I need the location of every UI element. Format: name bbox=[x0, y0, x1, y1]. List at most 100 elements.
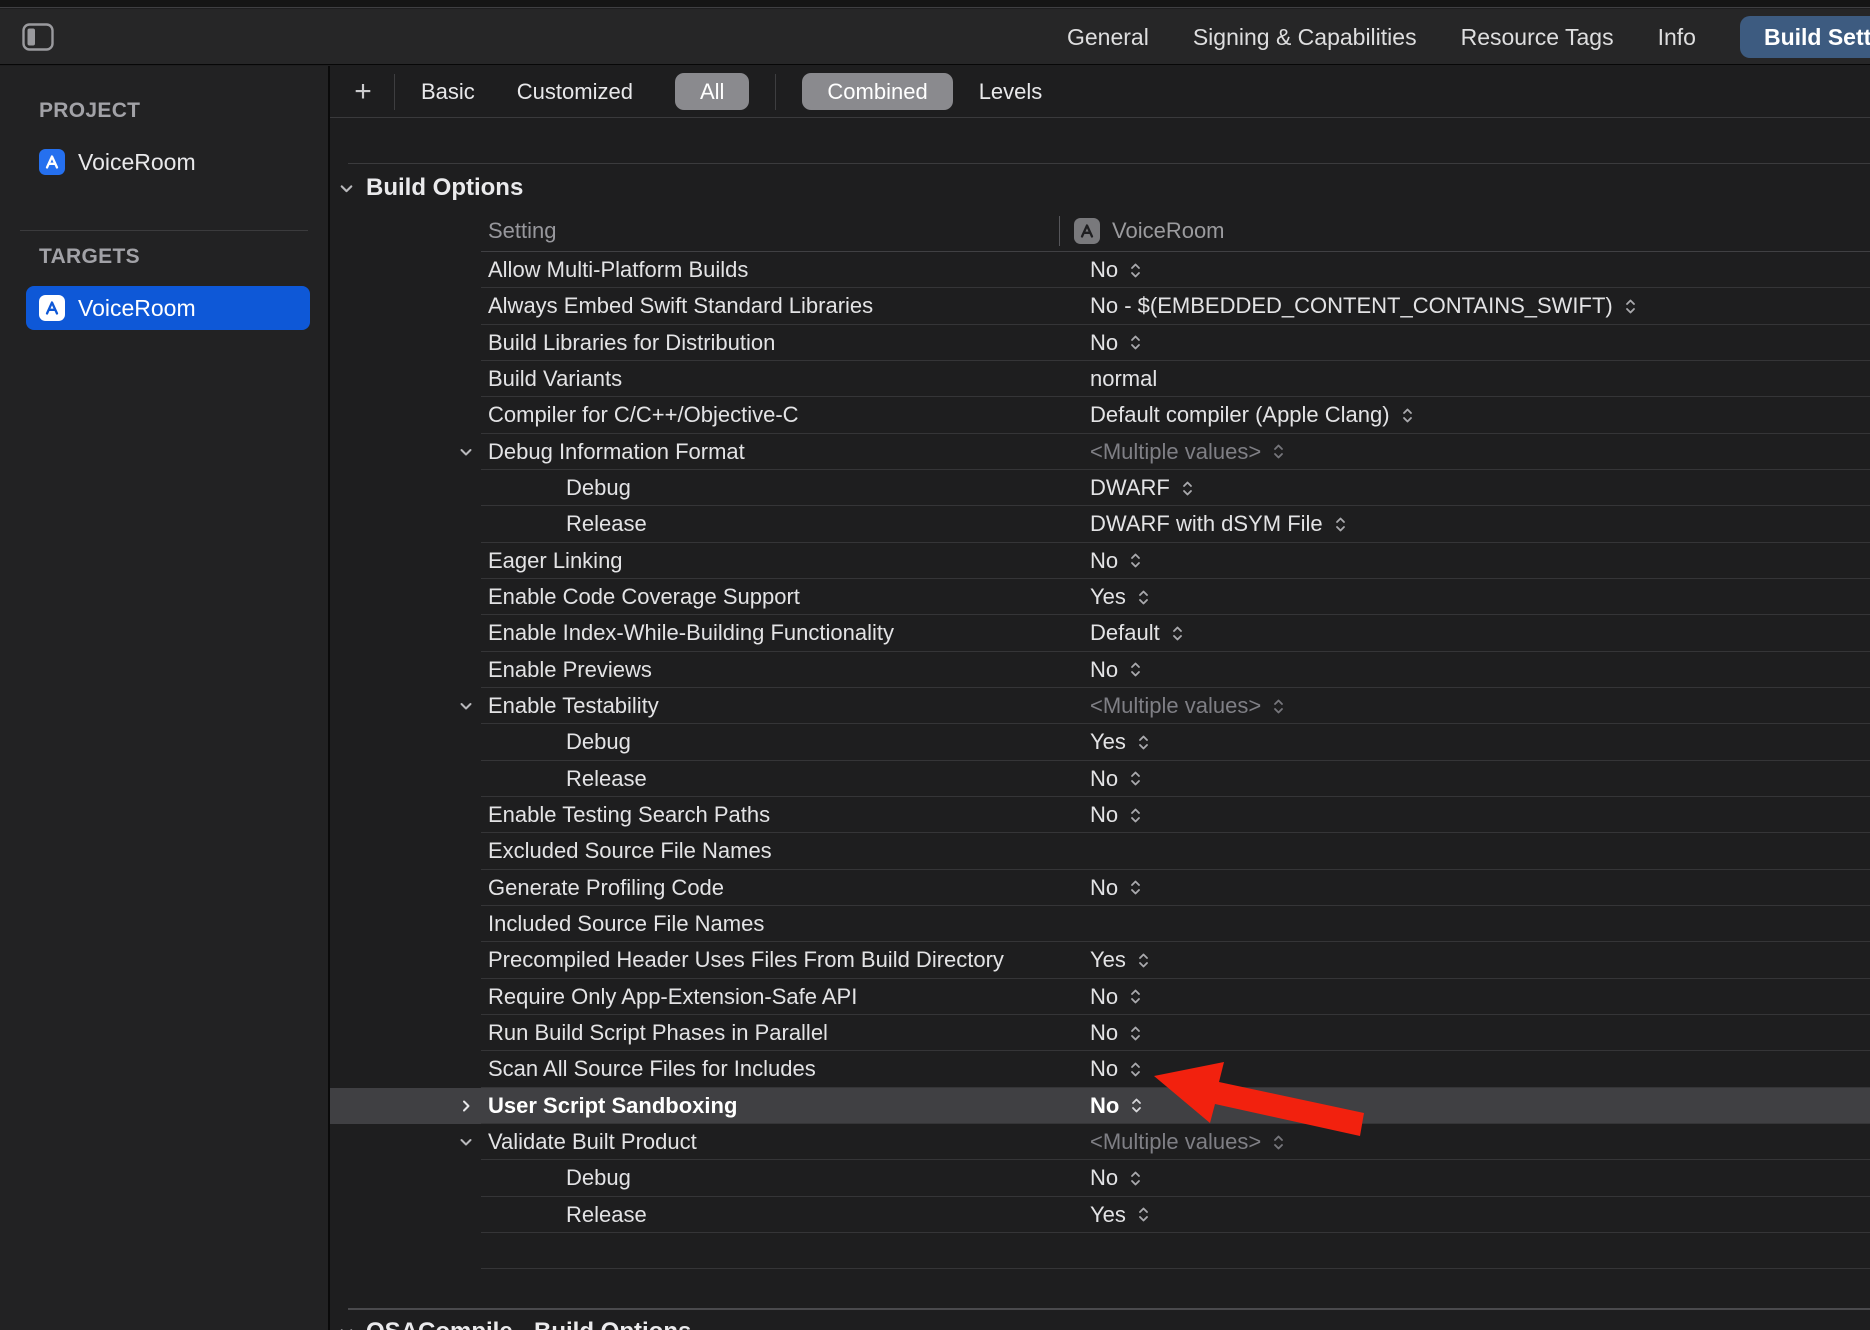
tab-build-settings[interactable]: Build Settings bbox=[1740, 16, 1870, 58]
stepper-icon[interactable] bbox=[1128, 261, 1143, 280]
tab-resource-tags[interactable]: Resource Tags bbox=[1461, 24, 1614, 51]
setting-value[interactable]: No bbox=[1090, 761, 1143, 797]
table-row-allow-multi-platform-builds[interactable]: Allow Multi-Platform BuildsNo bbox=[330, 252, 1870, 288]
setting-value[interactable]: DWARF with dSYM File bbox=[1090, 506, 1348, 542]
stepper-icon[interactable] bbox=[1170, 624, 1185, 643]
stepper-icon[interactable] bbox=[1400, 406, 1415, 425]
table-row-user-script-sandboxing[interactable]: User Script SandboxingNo bbox=[330, 1088, 1870, 1124]
tab-signing-capabilities[interactable]: Signing & Capabilities bbox=[1193, 24, 1417, 51]
setting-value[interactable]: No bbox=[1090, 1015, 1143, 1051]
setting-value[interactable]: normal bbox=[1090, 361, 1157, 397]
sidebar-item-project-voiceroom[interactable]: VoiceRoom bbox=[26, 140, 310, 184]
stepper-icon[interactable] bbox=[1136, 951, 1151, 970]
stepper-icon[interactable] bbox=[1136, 733, 1151, 752]
table-row-release[interactable]: ReleaseDWARF with dSYM File bbox=[330, 506, 1870, 542]
table-row-build-libraries-for-distribution[interactable]: Build Libraries for DistributionNo bbox=[330, 325, 1870, 361]
setting-value[interactable]: No bbox=[1090, 870, 1143, 906]
setting-value[interactable]: DWARF bbox=[1090, 470, 1195, 506]
tab-info[interactable]: Info bbox=[1658, 24, 1696, 51]
filter-combined[interactable]: Combined bbox=[802, 73, 952, 110]
filter-customized[interactable]: Customized bbox=[517, 79, 633, 105]
table-row-eager-linking[interactable]: Eager LinkingNo bbox=[330, 543, 1870, 579]
setting-value[interactable]: No bbox=[1090, 325, 1143, 361]
table-row-included-source-file-names[interactable]: Included Source File Names bbox=[330, 906, 1870, 942]
section-header-osacompile[interactable]: OSACompile - Build Options bbox=[338, 1314, 691, 1330]
setting-value[interactable]: Yes bbox=[1090, 942, 1151, 978]
setting-value[interactable]: No bbox=[1090, 252, 1143, 288]
setting-value[interactable]: No bbox=[1090, 979, 1143, 1015]
table-row-precompiled-header-uses-files-from-build-directory[interactable]: Precompiled Header Uses Files From Build… bbox=[330, 942, 1870, 978]
table-row-validate-built-product[interactable]: Validate Built Product<Multiple values> bbox=[330, 1124, 1870, 1160]
table-row-compiler-for-c-c-objective-c[interactable]: Compiler for C/C++/Objective-CDefault co… bbox=[330, 397, 1870, 433]
stepper-icon[interactable] bbox=[1128, 769, 1143, 788]
setting-value[interactable]: No bbox=[1090, 543, 1143, 579]
table-row-build-variants[interactable]: Build Variantsnormal bbox=[330, 361, 1870, 397]
filter-basic[interactable]: Basic bbox=[421, 79, 475, 105]
table-row-debug[interactable]: DebugDWARF bbox=[330, 470, 1870, 506]
chevron-down-icon[interactable] bbox=[458, 1134, 474, 1150]
filter-bar-divider bbox=[775, 74, 776, 110]
stepper-icon[interactable] bbox=[1128, 1169, 1143, 1188]
table-row-debug-information-format[interactable]: Debug Information Format<Multiple values… bbox=[330, 434, 1870, 470]
stepper-icon[interactable] bbox=[1136, 588, 1151, 607]
stepper-icon[interactable] bbox=[1128, 878, 1143, 897]
stepper-icon[interactable] bbox=[1333, 515, 1348, 534]
table-row-enable-code-coverage-support[interactable]: Enable Code Coverage Support Yes bbox=[330, 579, 1870, 615]
stepper-icon[interactable] bbox=[1623, 297, 1638, 316]
stepper-icon[interactable] bbox=[1128, 551, 1143, 570]
stepper-icon[interactable] bbox=[1136, 1205, 1151, 1224]
stepper-icon[interactable] bbox=[1271, 442, 1286, 461]
config-tabs: General Signing & Capabilities Resource Ta… bbox=[1067, 9, 1870, 65]
table-row-always-embed-swift-standard-libraries[interactable]: Always Embed Swift Standard LibrariesNo … bbox=[330, 288, 1870, 324]
stepper-icon[interactable] bbox=[1271, 1133, 1286, 1152]
table-row-debug[interactable]: DebugNo bbox=[330, 1160, 1870, 1196]
table-row-release[interactable]: ReleaseNo bbox=[330, 761, 1870, 797]
stepper-icon[interactable] bbox=[1271, 697, 1286, 716]
stepper-icon[interactable] bbox=[1128, 806, 1143, 825]
table-row-require-only-app-extension-safe-api[interactable]: Require Only App-Extension-Safe APINo bbox=[330, 979, 1870, 1015]
setting-value[interactable]: Yes bbox=[1090, 1197, 1151, 1233]
setting-value[interactable]: No - $(EMBEDDED_CONTENT_CONTAINS_SWIFT) bbox=[1090, 288, 1638, 324]
setting-value[interactable]: No bbox=[1090, 652, 1143, 688]
table-row-scan-all-source-files-for-includes[interactable]: Scan All Source Files for IncludesNo bbox=[330, 1051, 1870, 1087]
table-row-release[interactable]: ReleaseYes bbox=[330, 1197, 1870, 1233]
stepper-icon[interactable] bbox=[1128, 1024, 1143, 1043]
stepper-icon[interactable] bbox=[1129, 1096, 1144, 1115]
filter-levels[interactable]: Levels bbox=[979, 79, 1043, 105]
setting-value[interactable]: No bbox=[1090, 1160, 1143, 1196]
table-row-enable-testing-search-paths[interactable]: Enable Testing Search PathsNo bbox=[330, 797, 1870, 833]
stepper-icon[interactable] bbox=[1128, 987, 1143, 1006]
filter-all[interactable]: All bbox=[675, 73, 749, 110]
stepper-icon[interactable] bbox=[1128, 333, 1143, 352]
table-row-enable-previews[interactable]: Enable PreviewsNo bbox=[330, 652, 1870, 688]
section-header-build-options[interactable]: Build Options bbox=[338, 170, 523, 206]
setting-value[interactable]: No bbox=[1090, 1051, 1143, 1087]
table-row-debug[interactable]: Debug Yes bbox=[330, 724, 1870, 760]
setting-value[interactable]: <Multiple values> bbox=[1090, 1124, 1286, 1160]
setting-label: Enable Code Coverage Support bbox=[488, 579, 800, 615]
setting-value[interactable]: No bbox=[1090, 1088, 1144, 1124]
stepper-icon[interactable] bbox=[1128, 1060, 1143, 1079]
table-row-excluded-source-file-names[interactable]: Excluded Source File Names bbox=[330, 833, 1870, 869]
setting-value[interactable]: <Multiple values> bbox=[1090, 688, 1286, 724]
setting-value[interactable]: No bbox=[1090, 797, 1143, 833]
tab-general[interactable]: General bbox=[1067, 24, 1149, 51]
setting-value[interactable]: Yes bbox=[1090, 579, 1151, 615]
sidebar-item-targets-voiceroom[interactable]: VoiceRoom bbox=[26, 286, 310, 330]
setting-value[interactable]: <Multiple values> bbox=[1090, 434, 1286, 470]
sidebar-toggle-button[interactable] bbox=[22, 23, 54, 51]
setting-label: Debug bbox=[566, 724, 631, 760]
chevron-right-icon[interactable] bbox=[458, 1098, 474, 1114]
stepper-icon[interactable] bbox=[1180, 479, 1195, 498]
chevron-down-icon[interactable] bbox=[458, 698, 474, 714]
add-setting-button[interactable]: + bbox=[348, 75, 378, 109]
table-row-run-build-script-phases-in-parallel[interactable]: Run Build Script Phases in ParallelNo bbox=[330, 1015, 1870, 1051]
stepper-icon[interactable] bbox=[1128, 660, 1143, 679]
setting-value[interactable]: Yes bbox=[1090, 724, 1151, 760]
chevron-down-icon[interactable] bbox=[458, 444, 474, 460]
table-row-generate-profiling-code[interactable]: Generate Profiling CodeNo bbox=[330, 870, 1870, 906]
setting-value[interactable]: Default bbox=[1090, 615, 1185, 651]
table-row-enable-index-while-building-functionality[interactable]: Enable Index-While-Building Functionalit… bbox=[330, 615, 1870, 651]
setting-value[interactable]: Default compiler (Apple Clang) bbox=[1090, 397, 1415, 433]
table-row-enable-testability[interactable]: Enable Testability<Multiple values> bbox=[330, 688, 1870, 724]
